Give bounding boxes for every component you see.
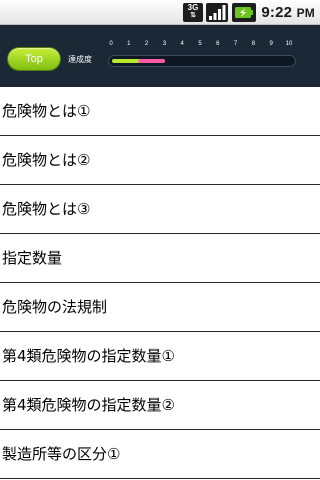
list-item-label: 指定数量 [2,249,63,267]
list-item[interactable]: 危険物の法規制 [0,283,320,332]
progress-tick-label: 6 [216,41,220,47]
app-screen: 3G ⇅ 9:22 PM Top 0 1 2 3 4 5 6 7 8 9 10 達成 [0,0,320,480]
top-button[interactable]: Top [8,48,60,70]
progress-tick-label: 0 [109,41,113,47]
list-item[interactable]: 危険物とは② [0,136,320,185]
progress-label: 達成度 [68,55,92,64]
progress-tick-label: 9 [269,41,273,47]
app-header: Top 0 1 2 3 4 5 6 7 8 9 10 達成度 [0,25,320,87]
battery-charging-icon [232,3,256,22]
status-clock: 9:22 PM [261,0,315,25]
signal-strength-icon [206,3,228,22]
progress-tick-label: 3 [162,41,167,47]
list-item[interactable]: 第4類危険物の指定数量② [0,381,320,430]
list-item-label: 危険物の法規制 [2,298,108,316]
list-item[interactable]: 第4類危険物の指定数量① [0,332,320,381]
network-3g-icon: 3G ⇅ [183,3,203,22]
list-item-label: 第4類危険物の指定数量② [2,396,175,414]
clock-suffix: PM [296,6,315,20]
progress-tick-label: 1 [127,41,131,47]
progress-tick-label: 4 [180,41,184,47]
clock-time: 9:22 [261,4,293,21]
network-label: 3G [187,3,199,12]
progress-bar [108,55,296,67]
list-item[interactable]: 製造所等の区分① [0,430,320,479]
list-item-label: 危険物とは① [2,102,91,120]
progress-tick-labels: 0 1 2 3 4 5 6 7 8 9 10 [107,40,293,50]
list-item[interactable]: 指定数量 [0,234,320,283]
progress-tick-label: 5 [198,41,202,47]
progress-bar-fill [112,59,165,63]
list-item-label: 製造所等の区分① [2,445,121,463]
topic-list: 危険物とは① 危険物とは② 危険物とは③ 指定数量危険物の法規制第4類危険物の指定数量… [0,87,320,479]
progress-tick-label: 8 [251,41,256,47]
list-item-label: 危険物とは③ [2,200,91,218]
status-bar: 3G ⇅ 9:22 PM [0,0,320,25]
list-item[interactable]: 危険物とは① [0,87,320,136]
progress-tick-label: 7 [233,41,238,47]
list-item-label: 第4類危険物の指定数量① [2,347,175,365]
progress-tick-label: 10 [285,41,293,47]
list-item-label: 危険物とは② [2,151,91,169]
data-arrows-icon: ⇅ [190,12,196,19]
list-item[interactable]: 危険物とは③ [0,185,320,234]
progress-tick-label: 2 [144,41,149,47]
